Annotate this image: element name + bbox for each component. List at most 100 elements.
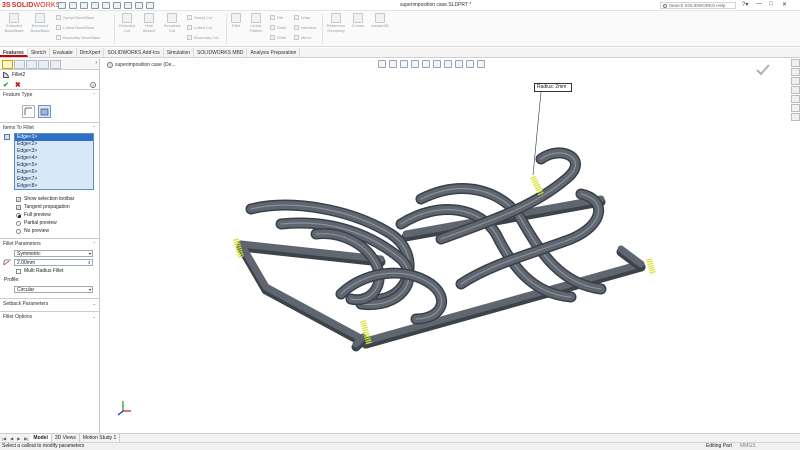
model-body[interactable] — [236, 147, 646, 352]
fillet-xpert-icon[interactable] — [38, 104, 51, 118]
dimxpert-manager-tab-icon[interactable] — [38, 60, 49, 69]
open-folder-icon[interactable] — [80, 2, 88, 9]
radius-callout[interactable]: Radius: 2mm — [534, 83, 572, 92]
show-selection-toolbar-checkbox[interactable]: ✓ Show selection toolbar — [0, 195, 99, 203]
shell-button[interactable]: Shell — [270, 35, 286, 40]
first-tab-arrow-icon[interactable]: |◀ — [0, 436, 8, 441]
select-arrow-icon[interactable] — [124, 2, 132, 9]
fillet-button[interactable]: Fillet — [229, 13, 243, 29]
boundary-cut-button[interactable]: Boundary Cut — [187, 35, 218, 40]
search-input[interactable]: Search SOLIDWORKS Help — [660, 2, 736, 9]
list-item[interactable]: Edge<7> — [15, 176, 93, 183]
hole-wizard-button[interactable]: Hole Wizard — [139, 13, 159, 33]
instant3d-button[interactable]: Instant3D — [370, 13, 390, 29]
tab-sketch[interactable]: Sketch — [28, 48, 51, 57]
list-item[interactable]: Edge<8> — [15, 183, 93, 190]
solidworks-logo[interactable]: 3S SOLIDWORKS ▶ — [2, 1, 66, 10]
close-button[interactable]: ✕ — [782, 1, 787, 8]
multi-radius-checkbox[interactable]: Multi Radius Fillet — [0, 267, 99, 275]
tab-3d-views[interactable]: 3D Views — [52, 434, 80, 442]
tab-addins[interactable]: SOLIDWORKS Add-Ins — [104, 48, 164, 57]
minimize-button[interactable]: — — [756, 1, 762, 7]
manager-tabs: › — [0, 59, 99, 70]
selected-edge-highlight[interactable] — [646, 258, 656, 275]
undo-icon[interactable] — [113, 2, 121, 9]
property-manager-tab-icon[interactable] — [14, 60, 25, 69]
extrude-boss-button[interactable]: Extruded Boss/Base — [2, 13, 26, 33]
wrap-button[interactable]: Wrap — [294, 15, 310, 20]
tab-features[interactable]: Features — [0, 48, 28, 57]
revolve-cut-button[interactable]: Revolved Cut — [161, 13, 183, 33]
lofted-cut-icon — [187, 25, 192, 30]
list-item[interactable]: Edge<6> — [15, 169, 93, 176]
configuration-manager-tab-icon[interactable] — [26, 60, 37, 69]
mirror-button[interactable]: Mirror — [294, 35, 311, 40]
lofted-boss-button[interactable]: Lofted Boss/Base — [56, 25, 94, 30]
tab-simulation[interactable]: Simulation — [164, 48, 195, 57]
tab-evaluate[interactable]: Evaluate — [50, 48, 77, 57]
swept-boss-button[interactable]: Swept Boss/Base — [56, 15, 94, 20]
list-item[interactable]: Edge<2> — [15, 141, 93, 148]
selected-edge-highlight[interactable] — [530, 175, 544, 196]
rib-button[interactable]: Rib — [270, 15, 283, 20]
home-icon[interactable] — [58, 2, 66, 9]
tab-motion-study[interactable]: Motion Study 1 — [80, 434, 121, 442]
list-item[interactable]: Edge<1> — [15, 134, 93, 141]
curves-button[interactable]: Curves — [350, 13, 366, 29]
lofted-cut-button[interactable]: Lofted Cut — [187, 25, 212, 30]
fillet-options-section-header[interactable]: Fillet Options ⌄ — [0, 311, 99, 322]
reference-geometry-button[interactable]: Reference Geometry — [325, 13, 347, 33]
tangent-propagation-checkbox[interactable]: ✓ Tangent propagation — [0, 203, 99, 211]
items-to-fillet-section-header[interactable]: Items To Fillet ⌃ — [0, 122, 99, 133]
display-manager-tab-icon[interactable] — [50, 60, 61, 69]
fillet-parameters-section-header[interactable]: Fillet Parameters ⌃ — [0, 238, 99, 249]
fillet-method-select[interactable]: Symmetric ▾ — [14, 250, 93, 257]
part-model[interactable] — [101, 59, 800, 433]
feature-type-section-header[interactable]: Feature Type ⌃ — [0, 89, 99, 100]
tab-dimxpert[interactable]: DimXpert — [77, 48, 105, 57]
cancel-button[interactable]: ✖ — [15, 81, 21, 89]
graphics-area[interactable]: superimposition case (De... Radius: 2mm — [101, 59, 800, 433]
extrude-cut-button[interactable]: Extruded Cut — [117, 13, 137, 33]
tab-model[interactable]: Model — [30, 434, 52, 442]
frame-bar[interactable] — [352, 333, 367, 348]
partial-preview-radio[interactable]: Partial preview — [0, 219, 99, 227]
profile-select[interactable]: Circular ▾ — [14, 286, 93, 293]
list-item[interactable]: Edge<5> — [15, 162, 93, 169]
status-bar: Select a callout to modify parameters Ed… — [0, 442, 800, 450]
ribbon-loop-side[interactable] — [435, 147, 581, 245]
new-document-icon[interactable] — [69, 2, 77, 9]
list-item[interactable]: Edge<3> — [15, 148, 93, 155]
swept-cut-button[interactable]: Swept Cut — [187, 15, 212, 20]
tab-mbd[interactable]: SOLIDWORKS MBD — [194, 48, 248, 57]
manual-fillet-icon[interactable] — [22, 104, 35, 118]
radius-input[interactable]: 2.00mm ⇕ — [14, 259, 93, 266]
ok-cancel-bar: ✔ ✖ — [0, 80, 99, 89]
boundary-boss-button[interactable]: Boundary Boss/Base — [56, 35, 100, 40]
options-gear-icon[interactable] — [146, 2, 154, 9]
full-preview-radio[interactable]: Full preview — [0, 211, 99, 219]
no-preview-radio[interactable]: No preview — [0, 227, 99, 235]
spin-arrows-icon[interactable]: ⇕ — [88, 260, 91, 266]
revolve-boss-button[interactable]: Revolved Boss/Base — [28, 13, 52, 33]
setback-parameters-section-header[interactable]: Setback Parameters ⌄ — [0, 298, 99, 309]
edge-selection-list[interactable]: Edge<1> Edge<2> Edge<3> Edge<4> Edge<5> … — [14, 133, 94, 190]
save-icon[interactable] — [91, 2, 99, 9]
linear-pattern-button[interactable]: Linear Pattern — [245, 13, 267, 33]
last-tab-arrow-icon[interactable]: ▶| — [22, 436, 30, 441]
print-icon[interactable] — [102, 2, 110, 9]
draft-button[interactable]: Draft — [270, 25, 286, 30]
help-icon[interactable]: ? — [90, 82, 96, 88]
next-tab-arrow-icon[interactable]: ▶ — [15, 436, 22, 441]
prev-tab-arrow-icon[interactable]: ◀ — [8, 436, 15, 441]
rebuild-icon[interactable] — [135, 2, 143, 9]
list-item[interactable]: Edge<4> — [15, 155, 93, 162]
tab-analysis-preparation[interactable]: Analysis Preparation — [247, 48, 301, 57]
feature-manager-tab-icon[interactable] — [2, 60, 13, 69]
maximize-button[interactable]: □ — [769, 1, 773, 7]
ok-button[interactable]: ✔ — [3, 81, 9, 89]
intersect-button[interactable]: Intersect — [294, 25, 316, 30]
units-selector[interactable]: MMGS — [740, 443, 756, 450]
expand-arrow-icon[interactable]: › — [95, 60, 97, 68]
help-dropdown-icon[interactable]: ?▾ — [742, 1, 748, 8]
